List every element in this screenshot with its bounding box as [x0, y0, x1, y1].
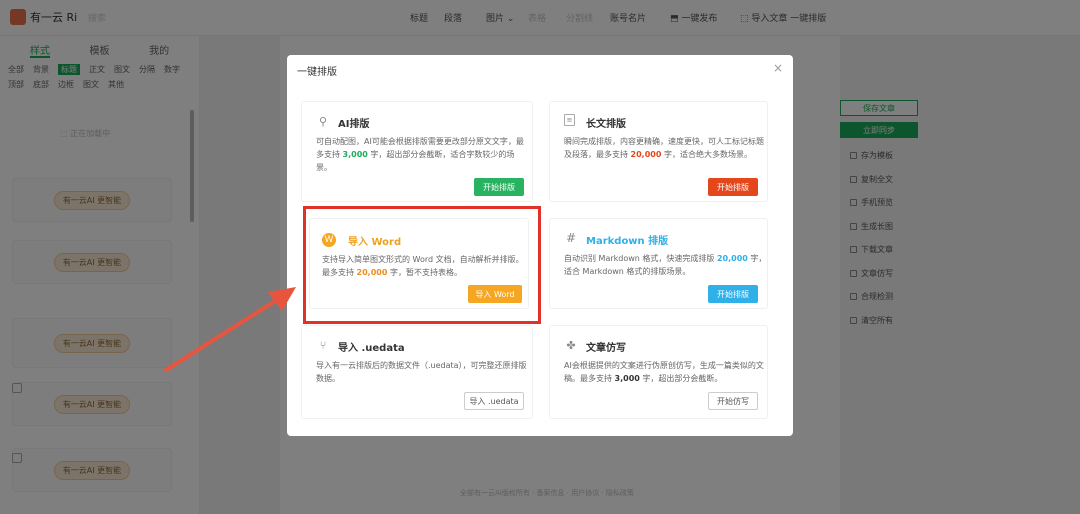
magic-wand-icon: ⚲ — [318, 114, 328, 128]
card-description: 自动识别 Markdown 格式，快速完成排版 20,000 字，适合 Mark… — [564, 254, 767, 276]
nodes-icon: ✤ — [566, 338, 576, 352]
card-ai-layout: ⚲ AI排版 可自动配图，AI可能会根据排版需要更改部分原文文字，最多支持 3,… — [301, 101, 533, 202]
card-long-layout: ≡ 长文排版 瞬间完成排版，内容更精确，速度更快，可人工标记标题及段落，最多支持… — [549, 101, 768, 202]
card-title: 文章仿写 — [586, 343, 626, 354]
card-title: AI排版 — [338, 119, 370, 130]
import-uedata-button[interactable]: 导入 .uedata — [464, 392, 524, 410]
highlight-box — [303, 206, 541, 324]
ai-layout-button[interactable]: 开始排版 — [474, 178, 524, 196]
card-title: Markdown 排版 — [586, 236, 669, 247]
card-description: AI会根据提供的文案进行伪原创仿写，生成一篇类似的文稿。最多支持 3,000 字… — [564, 361, 764, 383]
card-description: 可自动配图，AI可能会根据排版需要更改部分原文文字，最多支持 3,000 字，超… — [316, 137, 524, 172]
card-description: 导入有一云排版后的数据文件（.uedata），可完整还原排版数据。 — [316, 361, 527, 383]
card-markdown: # Markdown 排版 自动识别 Markdown 格式，快速完成排版 20… — [549, 218, 768, 309]
card-import-uedata: ⑂ 导入 .uedata 导入有一云排版后的数据文件（.uedata），可完整还… — [301, 325, 533, 419]
card-title: 长文排版 — [586, 119, 626, 130]
document-icon: ≡ — [564, 114, 575, 126]
card-article-rewrite: ✤ 文章仿写 AI会根据提供的文案进行伪原创仿写，生成一篇类似的文稿。最多支持 … — [549, 325, 768, 419]
long-layout-button[interactable]: 开始排版 — [708, 178, 758, 196]
card-description: 瞬间完成排版，内容更精确，速度更快，可人工标记标题及段落，最多支持 20,000… — [564, 137, 764, 159]
hash-icon: # — [565, 231, 577, 245]
close-icon[interactable]: × — [773, 61, 783, 75]
rewrite-button[interactable]: 开始仿写 — [708, 392, 758, 410]
branch-icon: ⑂ — [319, 338, 327, 352]
markdown-layout-button[interactable]: 开始排版 — [708, 285, 758, 303]
card-title: 导入 .uedata — [338, 343, 405, 354]
modal-title: 一键排版 — [297, 67, 337, 78]
